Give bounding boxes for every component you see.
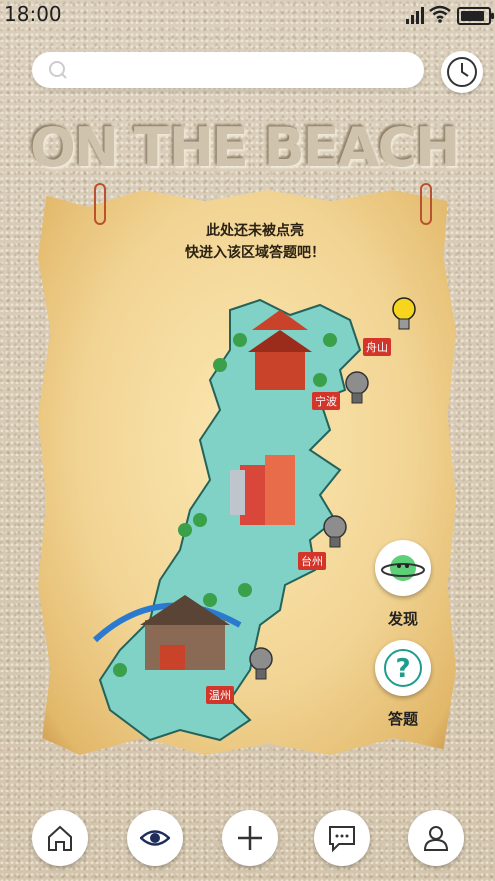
nav-messages-button[interactable] — [314, 810, 370, 866]
paperclip-icon — [420, 183, 432, 225]
plus-icon — [238, 826, 262, 850]
lightbulb-lit-icon[interactable] — [391, 296, 417, 336]
chat-icon — [329, 826, 355, 853]
city-tag[interactable]: 台州 — [298, 552, 326, 570]
battery-fill — [461, 11, 484, 21]
nav-explore-button[interactable] — [127, 810, 183, 866]
city-tag[interactable]: 舟山 — [363, 338, 391, 356]
signal-icon — [406, 7, 424, 24]
status-bar: 18:00 — [0, 0, 495, 30]
eye-icon — [140, 830, 170, 846]
nav-profile-button[interactable] — [408, 810, 464, 866]
home-icon — [48, 825, 72, 851]
quiz-label: 答题 — [387, 710, 418, 728]
planet-icon — [381, 555, 425, 581]
lightbulb-off-icon[interactable] — [322, 514, 348, 554]
history-button[interactable] — [441, 51, 483, 93]
beach-banner: ON THE BEACH — [30, 116, 460, 179]
search-input[interactable] — [76, 58, 410, 84]
profile-icon — [423, 826, 449, 851]
lightbulb-off-icon[interactable] — [344, 370, 370, 410]
battery-icon — [457, 7, 494, 25]
lightbulb-off-icon[interactable] — [248, 646, 274, 686]
search-bar[interactable] — [32, 52, 424, 88]
map-prompt: 此处还未被点亮 快进入该区域答题吧！ — [120, 220, 390, 264]
nav-add-button[interactable] — [222, 810, 278, 866]
wifi-icon — [429, 5, 451, 23]
clock-icon — [447, 57, 477, 87]
discover-label: 发现 — [387, 610, 418, 628]
status-time: 18:00 — [4, 2, 62, 26]
city-tag[interactable]: 宁波 — [312, 392, 340, 410]
nav-home-button[interactable] — [32, 810, 88, 866]
search-icon — [49, 61, 67, 79]
question-icon: ? — [384, 649, 422, 687]
svg-text:?: ? — [395, 654, 410, 684]
paperclip-icon — [94, 183, 106, 225]
city-tag[interactable]: 温州 — [206, 686, 234, 704]
prompt-line-2: 快进入该区域答题吧！ — [185, 245, 325, 261]
discover-button[interactable] — [375, 540, 431, 596]
prompt-line-1: 此处还未被点亮 — [206, 223, 304, 239]
quiz-button[interactable]: ? — [375, 640, 431, 696]
